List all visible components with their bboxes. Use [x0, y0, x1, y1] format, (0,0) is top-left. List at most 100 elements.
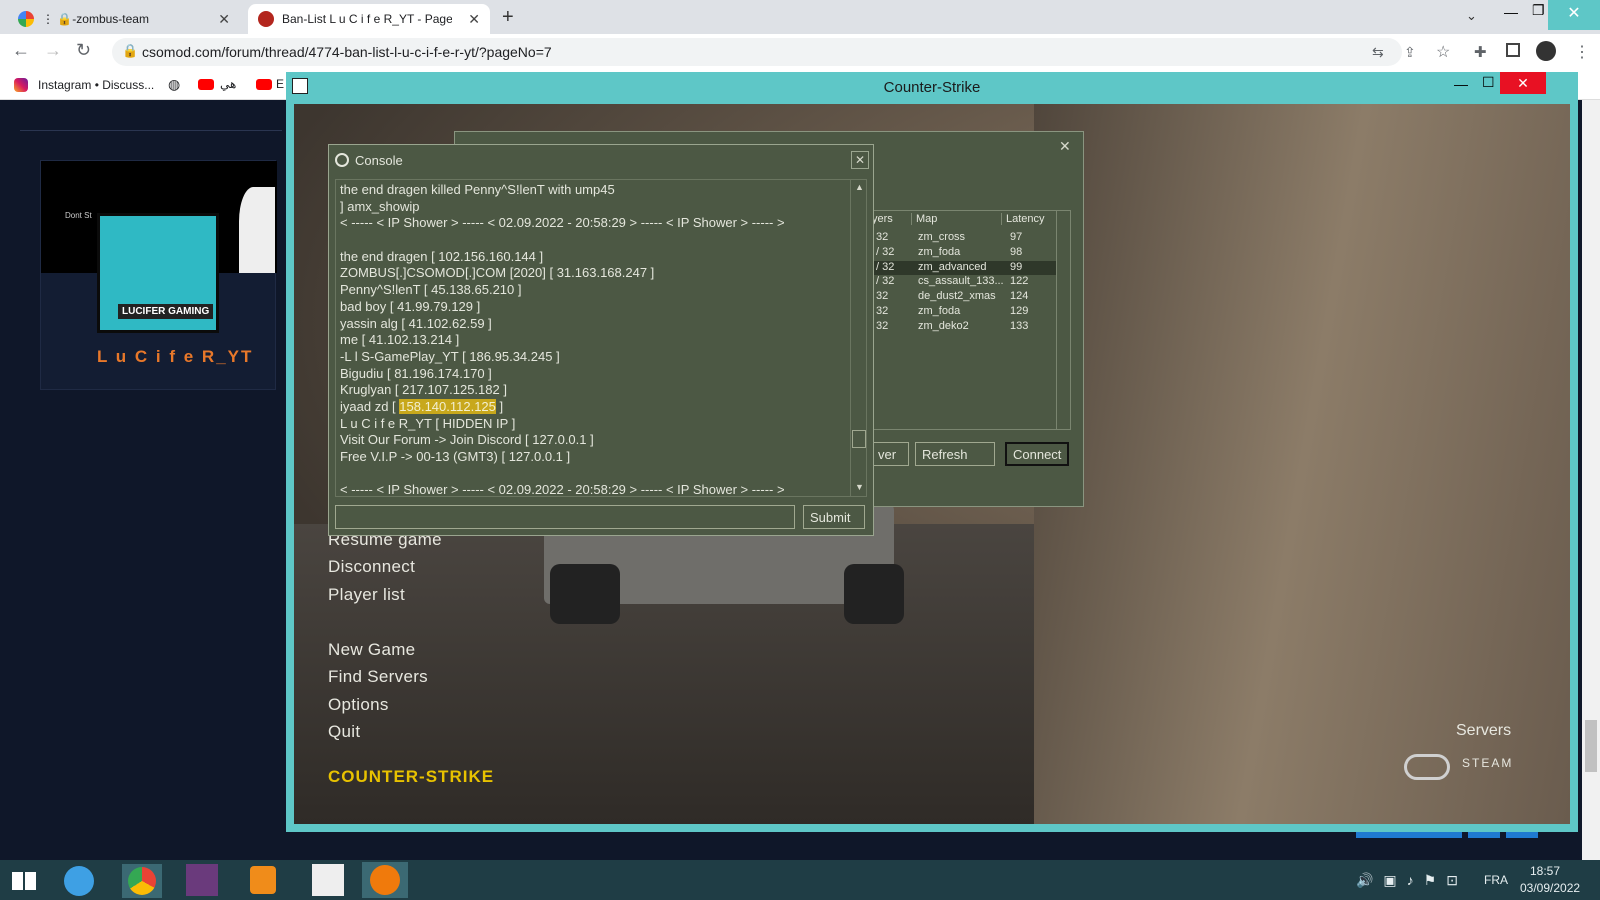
server-players: 32	[876, 319, 889, 332]
server-browser-close-icon[interactable]: ✕	[1059, 138, 1071, 155]
side-panel-icon[interactable]	[1506, 43, 1520, 57]
console-output-panel[interactable]: the end dragen killed Penny^S!lenT with …	[335, 179, 867, 497]
submit-button[interactable]: Submit	[803, 505, 865, 529]
globe-icon[interactable]: ◍	[168, 76, 180, 93]
menu-quit[interactable]: Quit	[328, 722, 360, 742]
console-scrollbar[interactable]: ▲ ▼	[850, 180, 866, 496]
server-latency: 98	[1010, 245, 1023, 258]
url-text: csomod.com/forum/thread/4774-ban-list-l-…	[142, 44, 552, 60]
console-line: yassin alg [ 41.102.62.59 ]	[340, 315, 492, 331]
page-scrollbar[interactable]	[1582, 100, 1600, 860]
counter-strike-icon[interactable]	[312, 864, 344, 896]
share-icon[interactable]: ⇪	[1404, 44, 1416, 61]
bookmark-star-icon[interactable]: ☆	[1436, 42, 1450, 62]
server-players: / 32	[876, 245, 895, 258]
server-rows: 32 zm_cross 97 / 32 zm_foda 98 / 32 zm_advanced…	[872, 231, 1056, 335]
server-map: zm_cross	[918, 231, 966, 243]
menu-new-game[interactable]: New Game	[328, 640, 415, 660]
server-row[interactable]: 32 de_dust2_xmas 124	[872, 290, 1056, 305]
servers-link[interactable]: Servers	[1456, 722, 1511, 740]
refresh-button[interactable]: Refresh	[915, 442, 995, 466]
cs-minimize-icon[interactable]: —	[1454, 76, 1468, 92]
steam-logo-icon	[1404, 754, 1450, 780]
col-header-players[interactable]: yers	[872, 213, 912, 225]
close-tab-icon[interactable]: ✕	[468, 11, 480, 28]
translate-icon[interactable]: ⇆	[1372, 44, 1384, 61]
page-divider	[20, 130, 282, 131]
server-row[interactable]: / 32 zm_advanced 99	[872, 260, 1056, 276]
partial-button[interactable]: ver	[871, 442, 909, 466]
clock-date[interactable]: 03/09/2022	[1520, 881, 1580, 895]
username[interactable]: L u C i f e R_YT	[97, 347, 253, 367]
bookmark-instagram[interactable]: Instagram • Discuss...	[38, 78, 154, 92]
server-players: / 32	[876, 260, 895, 273]
server-players: / 32	[876, 275, 895, 288]
server-players: 32	[876, 231, 889, 243]
menu-find-servers[interactable]: Find Servers	[328, 667, 428, 687]
tab-zombus[interactable]: ⋮ 🔒-zombus-team ✕	[8, 4, 240, 34]
console-scroll-thumb[interactable]	[852, 430, 866, 448]
profile-avatar[interactable]	[1536, 41, 1556, 61]
menu-player-list[interactable]: Player list	[328, 585, 405, 605]
menu-disconnect[interactable]: Disconnect	[328, 557, 415, 577]
bookmark-youtube-2[interactable]: E	[276, 77, 284, 91]
console-line: Free V.I.P -> 00-13 (GMT3) [ 127.0.0.1 ]	[340, 449, 571, 464]
highlighted-ip[interactable]: 158.140.112.125	[399, 398, 496, 414]
tray-icons[interactable]: 🔊▣♪⚑⊡	[1356, 872, 1468, 889]
edge-icon[interactable]	[64, 866, 94, 896]
server-players: 32	[876, 290, 889, 303]
server-list-scrollbar[interactable]	[1056, 211, 1071, 429]
half-life-icon[interactable]	[362, 862, 408, 898]
cs-close-button[interactable]: ✕	[1500, 72, 1546, 94]
console-line: ZOMBUS[.]CSOMOD[.]COM [2020] [ 31.163.16…	[340, 265, 655, 281]
cs-window: Counter-Strike — ☐ ✕ Resume game Disconn…	[286, 72, 1578, 832]
console-input[interactable]	[335, 505, 795, 529]
bookmark-youtube[interactable]: هي	[220, 77, 236, 91]
half-life-logo	[370, 865, 400, 895]
console-line: Bigudiu [ 81.196.174.170 ]	[340, 365, 492, 381]
reload-icon[interactable]: ↻	[76, 40, 91, 61]
chrome-icon[interactable]	[122, 864, 162, 898]
back-icon[interactable]: ←	[12, 40, 30, 61]
server-row[interactable]: / 32 zm_foda 98	[872, 246, 1056, 261]
console-close-button[interactable]: ✕	[851, 151, 869, 169]
banner-text: Dont St	[65, 211, 92, 220]
language-indicator[interactable]: FRA	[1484, 873, 1508, 887]
address-bar[interactable]: 🔒 csomod.com/forum/thread/4774-ban-list-…	[112, 38, 1402, 66]
scroll-thumb[interactable]	[1585, 720, 1597, 772]
media-player-icon[interactable]	[250, 866, 276, 894]
new-tab-button[interactable]: +	[502, 6, 514, 29]
server-row[interactable]: 32 zm_cross 97	[872, 231, 1056, 246]
restore-icon[interactable]: ❐	[1532, 2, 1545, 19]
server-row[interactable]: 32 zm_deko2 133	[872, 320, 1056, 335]
console-line-suffix: ]	[495, 398, 504, 414]
col-header-map[interactable]: Map	[916, 213, 1002, 225]
cs-maximize-icon[interactable]: ☐	[1482, 74, 1495, 91]
forward-icon[interactable]: →	[44, 40, 62, 61]
connect-button[interactable]: Connect	[1005, 442, 1069, 466]
tab-search-icon[interactable]: ⌄	[1466, 8, 1477, 24]
windows-start-icon[interactable]	[12, 872, 36, 890]
tab-ban-list[interactable]: Ban-List L u C i f e R_YT - Page 7 ✕	[248, 4, 490, 34]
game-app-icon[interactable]	[186, 864, 218, 896]
instagram-icon	[14, 78, 28, 92]
console-line: bad boy [ 41.99.79.129 ]	[340, 298, 481, 314]
server-row[interactable]: / 32 cs_assault_133... 122	[872, 275, 1056, 290]
extensions-icon[interactable]: ✚	[1474, 43, 1487, 61]
minimize-icon[interactable]: —	[1504, 4, 1518, 20]
close-tab-icon[interactable]: ✕	[218, 11, 230, 28]
server-map: zm_foda	[918, 245, 961, 258]
avatar[interactable]: LUCIFER GAMING	[97, 213, 219, 333]
col-header-latency[interactable]: Latency	[1006, 213, 1056, 225]
close-window-button[interactable]: ✕	[1548, 0, 1600, 30]
server-row[interactable]: 32 zm_foda 129	[872, 305, 1056, 320]
banner-figure	[239, 187, 275, 273]
cs-window-title: Counter-Strike	[883, 78, 981, 96]
scroll-down-icon[interactable]: ▼	[855, 482, 864, 492]
server-map: cs_assault_133...	[918, 275, 1004, 288]
scroll-up-icon[interactable]: ▲	[855, 182, 864, 192]
clock-time[interactable]: 18:57	[1530, 864, 1560, 878]
menu-options[interactable]: Options	[328, 695, 389, 715]
menu-icon[interactable]: ⋮	[1574, 42, 1590, 62]
